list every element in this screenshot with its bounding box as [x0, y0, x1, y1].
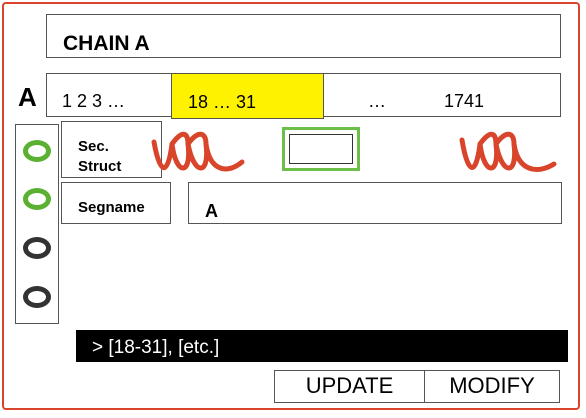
modify-button[interactable]: MODIFY: [424, 370, 560, 403]
segname-value-box[interactable]: A: [188, 182, 562, 224]
track-label-secstruct: Sec. Struct: [61, 121, 162, 178]
helix-icon-1: [151, 131, 245, 172]
strand-box-icon[interactable]: [282, 127, 360, 171]
helix-icon-2: [459, 131, 557, 172]
segname-value: A: [205, 201, 218, 221]
sequence-end: 1741: [444, 91, 485, 111]
sequence-ellipsis: …: [368, 91, 386, 111]
track-label-segname: Segname: [61, 182, 171, 224]
chain-letter: A: [18, 82, 37, 112]
command-bar[interactable]: > [18-31], [etc.]: [76, 330, 568, 362]
track-toggle-segname[interactable]: [23, 188, 51, 210]
command-text: > [18-31], [etc.]: [92, 337, 220, 358]
track-toggle-4[interactable]: [23, 286, 51, 308]
track-toggle-secstruct[interactable]: [23, 140, 51, 162]
chain-title: CHAIN A: [63, 32, 150, 55]
update-button[interactable]: UPDATE: [274, 370, 425, 403]
sequence-start: 1 2 3 …: [62, 91, 126, 111]
sequence-highlight-label: 18 … 31: [188, 92, 257, 112]
track-toggle-3[interactable]: [23, 237, 51, 259]
chain-title-box: CHAIN A: [46, 14, 561, 58]
